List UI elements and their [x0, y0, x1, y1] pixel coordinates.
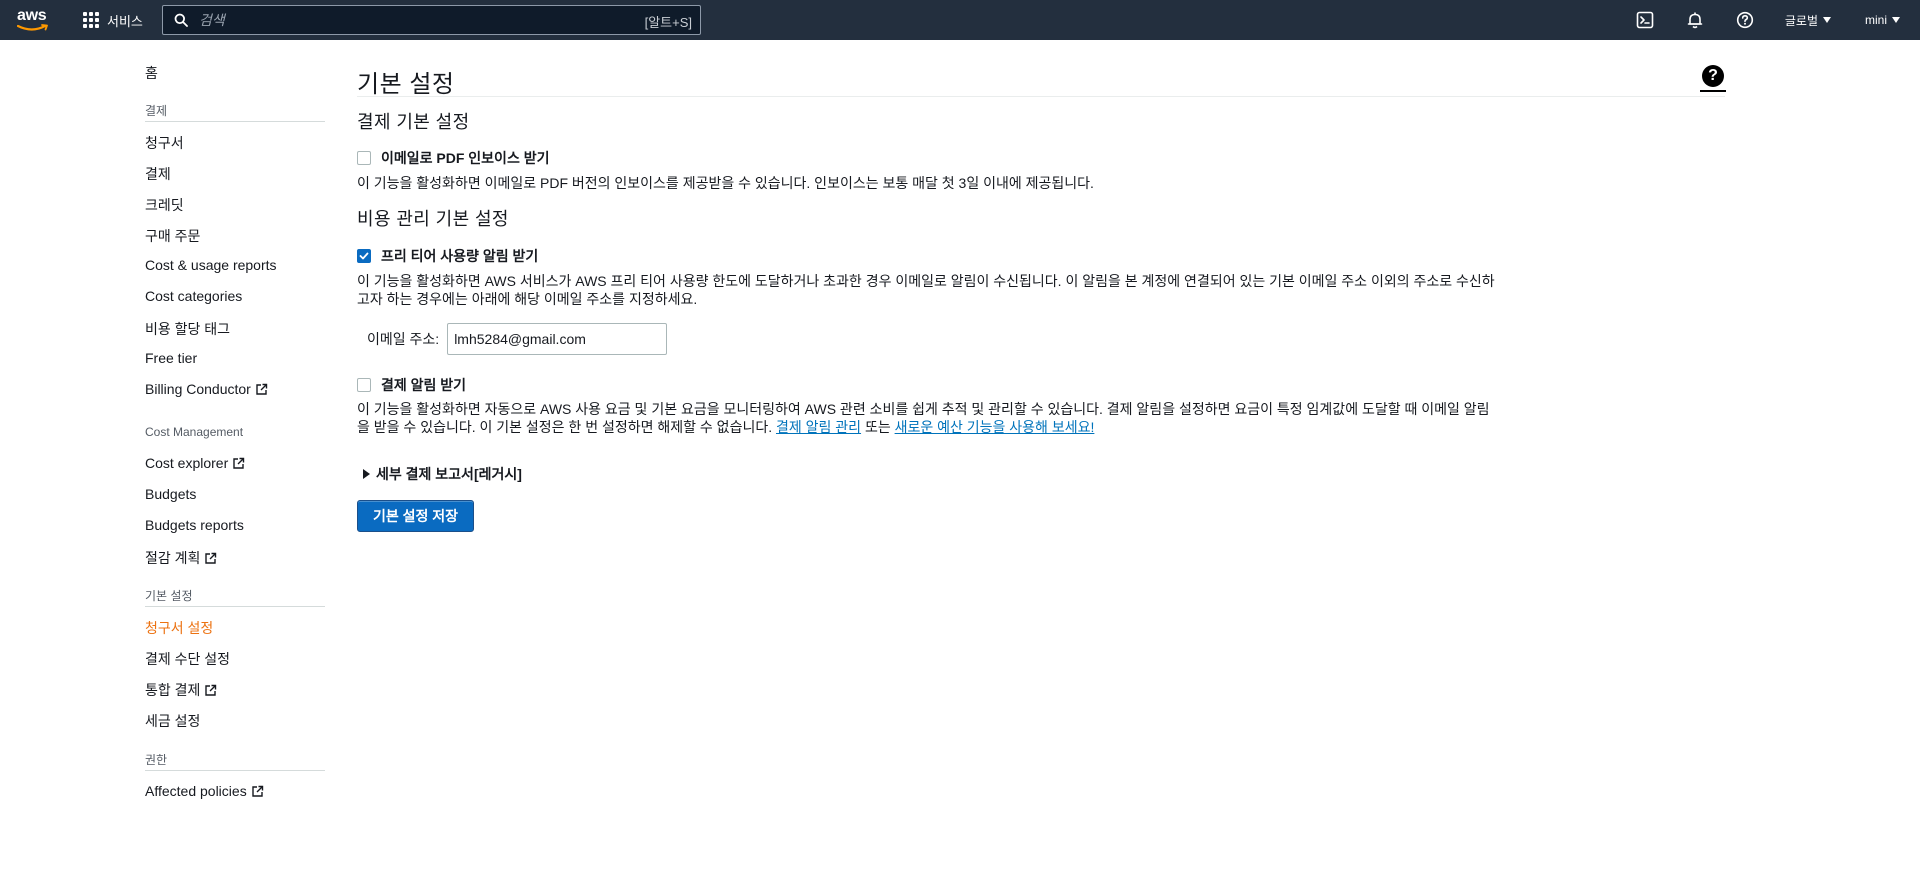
manage-billing-alerts-link[interactable]: 결제 알림 관리 — [776, 419, 861, 435]
search-icon — [174, 13, 188, 27]
sidebar-item-cost-allocation-tags[interactable]: 비용 할당 태그 — [145, 319, 230, 339]
sidebar-divider — [145, 770, 325, 771]
cloudshell-icon[interactable] — [1635, 10, 1655, 30]
sidebar-item-purchase-orders[interactable]: 구매 주문 — [145, 226, 200, 246]
sidebar-item-tax-settings[interactable]: 세금 설정 — [145, 711, 200, 731]
help-icon[interactable] — [1735, 10, 1755, 30]
region-label: 글로벌 — [1784, 13, 1818, 28]
user-menu[interactable]: mini — [1865, 13, 1900, 27]
user-label: mini — [1864, 13, 1887, 27]
grid-icon — [83, 12, 99, 28]
billing-alert-checkbox[interactable] — [357, 378, 371, 392]
detailed-billing-report-expander[interactable]: 세부 결제 보고서[레거시] — [363, 464, 522, 484]
billing-alert-description: 이 기능을 활성화하면 자동으로 AWS 사용 요금 및 기본 요금을 모니터링… — [357, 400, 1497, 436]
aws-logo[interactable]: aws — [17, 7, 51, 33]
sidebar-item-home[interactable]: 홈 — [145, 63, 158, 83]
email-address-input[interactable] — [447, 323, 668, 355]
sidebar-divider — [145, 606, 325, 607]
services-label: 서비스 — [107, 13, 143, 29]
or-text: 또는 — [864, 419, 891, 435]
sidebar-item-budgets-reports[interactable]: Budgets reports — [145, 517, 244, 533]
free-tier-alert-checkbox[interactable] — [357, 249, 371, 263]
sidebar-item-bills[interactable]: 청구서 — [145, 133, 184, 153]
free-tier-alert-option: 프리 티어 사용량 알림 받기 — [357, 246, 538, 266]
nav-right-group: 글로벌 mini — [1635, 0, 1920, 40]
sidebar-item-payment-method-settings[interactable]: 결제 수단 설정 — [145, 649, 230, 669]
try-budgets-link[interactable]: 새로운 예산 기능을 사용해 보세요! — [895, 419, 1095, 435]
help-underline — [1700, 90, 1726, 92]
sidebar-divider — [145, 121, 325, 122]
region-menu[interactable]: 글로벌 — [1785, 12, 1831, 29]
aws-logo-text: aws — [17, 7, 47, 24]
sidebar-item-label: Cost explorer — [145, 455, 229, 471]
billing-preferences-heading: 결제 기본 설정 — [357, 112, 470, 132]
external-link-icon — [205, 684, 217, 696]
pdf-invoice-label: 이메일로 PDF 인보이스 받기 — [381, 150, 550, 166]
services-menu-button[interactable]: 서비스 — [83, 11, 143, 29]
search-box[interactable]: [알트+S] — [162, 5, 701, 35]
title-divider — [357, 96, 1725, 97]
question-circle-icon: ? — [1702, 65, 1724, 87]
caret-down-icon — [1892, 17, 1900, 23]
sidebar-header-preferences: 기본 설정 — [145, 589, 193, 603]
sidebar-item-label: Billing Conductor — [145, 381, 251, 397]
sidebar-item-budgets[interactable]: Budgets — [145, 486, 196, 502]
sidebar-header-billing: 결제 — [145, 104, 168, 118]
checkmark-icon — [359, 252, 369, 260]
sidebar-header-permissions: 권한 — [145, 753, 168, 767]
bell-icon[interactable] — [1685, 10, 1705, 30]
page-title: 기본 설정 — [357, 71, 455, 98]
search-input[interactable] — [199, 6, 579, 34]
external-link-icon — [252, 785, 263, 797]
email-address-row: 이메일 주소: — [367, 323, 668, 355]
info-help-button[interactable]: ? — [1700, 65, 1726, 93]
pdf-invoice-checkbox[interactable] — [357, 151, 371, 165]
sidebar-header-cost-management: Cost Management — [145, 425, 244, 439]
sidebar-item-free-tier[interactable]: Free tier — [145, 350, 197, 366]
sidebar-item-credits[interactable]: 크레딧 — [145, 195, 184, 215]
sidebar-item-cost-categories[interactable]: Cost categories — [145, 288, 242, 304]
caret-down-icon — [1822, 17, 1831, 23]
free-tier-alert-description: 이 기능을 활성화하면 AWS 서비스가 AWS 프리 티어 사용량 한도에 도… — [357, 273, 1495, 307]
sidebar-item-savings-plans[interactable]: 절감 계획 — [145, 548, 217, 568]
save-preferences-button[interactable]: 기본 설정 저장 — [357, 500, 475, 532]
caret-right-icon — [363, 469, 370, 479]
sidebar-item-cost-usage-reports[interactable]: Cost & usage reports — [145, 257, 277, 273]
sidebar-item-invoice-settings[interactable]: 청구서 설정 — [145, 618, 213, 638]
pdf-invoice-description: 이 기능을 활성화하면 이메일로 PDF 버전의 인보이스를 제공받을 수 있습… — [357, 175, 1094, 191]
billing-alert-label: 결제 알림 받기 — [381, 377, 467, 393]
free-tier-alert-label: 프리 티어 사용량 알림 받기 — [381, 248, 539, 264]
sidebar-item-billing-conductor[interactable]: Billing Conductor — [145, 381, 268, 397]
top-navigation-bar: aws 서비스 [알트+S] — [0, 0, 1920, 40]
external-link-icon — [205, 552, 217, 564]
sidebar-item-label: 절감 계획 — [145, 550, 201, 566]
sidebar-item-consolidated-billing[interactable]: 통합 결제 — [145, 680, 217, 700]
sidebar-item-label: Affected policies — [145, 783, 247, 799]
billing-alert-option: 결제 알림 받기 — [357, 375, 466, 395]
cost-management-preferences-heading: 비용 관리 기본 설정 — [357, 209, 509, 229]
email-address-label: 이메일 주소: — [367, 331, 440, 347]
external-link-icon — [256, 383, 268, 395]
pdf-invoice-option: 이메일로 PDF 인보이스 받기 — [357, 148, 549, 168]
aws-smile-icon — [17, 24, 48, 31]
detailed-billing-report-label: 세부 결제 보고서[레거시] — [376, 466, 522, 482]
sidebar-item-label: 통합 결제 — [145, 682, 201, 698]
external-link-icon — [233, 457, 245, 469]
sidebar-item-payments[interactable]: 결제 — [145, 164, 171, 184]
sidebar-item-cost-explorer[interactable]: Cost explorer — [145, 455, 245, 471]
sidebar-item-affected-policies[interactable]: Affected policies — [145, 783, 264, 799]
search-shortcut-hint: [알트+S] — [644, 15, 692, 30]
